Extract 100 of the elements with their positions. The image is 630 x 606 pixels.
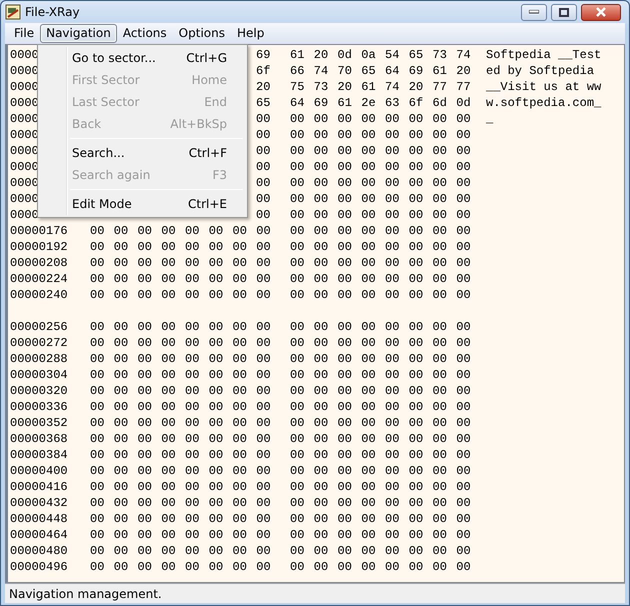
hex-byte: 00 [314, 207, 330, 223]
minimize-button[interactable] [521, 4, 547, 20]
hex-byte: 00 [361, 191, 377, 207]
hex-byte: 00 [385, 383, 400, 399]
hex-byte: 00 [208, 431, 224, 447]
hex-byte: 00 [456, 543, 472, 559]
hex-byte: 00 [208, 543, 224, 559]
menu-item[interactable]: Help [230, 24, 270, 43]
close-button[interactable] [581, 4, 621, 20]
hex-byte: 00 [185, 463, 200, 479]
hex-byte: 00 [161, 447, 177, 463]
hex-byte: 00 [361, 335, 377, 351]
hex-byte: 00 [114, 383, 130, 399]
hex-byte: 64 [290, 95, 306, 111]
menu-item[interactable]: Options [172, 24, 231, 43]
hex-byte: 00 [361, 159, 377, 175]
hex-byte: 00 [290, 111, 306, 127]
hex-byte: 00 [232, 511, 248, 527]
hex-byte: 00 [232, 383, 248, 399]
menu-option[interactable]: Search... Ctrl+F [40, 142, 245, 164]
hex-byte: 00 [138, 495, 153, 511]
hex-byte: 00 [432, 527, 448, 543]
hex-byte: 00 [114, 335, 130, 351]
hex-byte: 00 [338, 191, 353, 207]
hex-byte: 00 [256, 527, 272, 543]
minimize-icon [529, 10, 539, 14]
hex-byte: 00 [456, 223, 472, 239]
hex-byte: 00 [408, 319, 424, 335]
hex-byte: 00 [256, 287, 272, 303]
menu-item[interactable]: File [8, 24, 40, 43]
hex-byte: 00 [256, 431, 272, 447]
hex-byte: 00 [361, 287, 377, 303]
hex-byte: 00 [456, 383, 472, 399]
hex-byte: 00 [385, 255, 400, 271]
hex-byte: 00 [208, 223, 224, 239]
hex-byte: 00 [290, 543, 306, 559]
hex-byte: 00 [185, 543, 200, 559]
hex-byte: 00 [456, 335, 472, 351]
hex-byte: 00 [114, 367, 130, 383]
hex-byte: 00 [161, 399, 177, 415]
hex-byte: 00 [338, 111, 353, 127]
hex-byte: 00 [408, 223, 424, 239]
hex-byte: 00 [456, 159, 472, 175]
hex-byte: 00 [361, 415, 377, 431]
hex-byte: 00 [232, 255, 248, 271]
hex-byte: 00 [408, 191, 424, 207]
hex-byte: 00 [208, 319, 224, 335]
ascii-text: __Visit us at ww [485, 79, 602, 95]
maximize-button[interactable] [551, 4, 577, 20]
hex-byte: 00 [385, 495, 400, 511]
hex-byte: 00 [114, 431, 130, 447]
hex-byte: 64 [385, 63, 400, 79]
ascii-text: w.softpedia.com_ [485, 95, 602, 111]
menu-item[interactable]: Navigation [40, 24, 117, 43]
hex-byte: 00 [385, 559, 400, 575]
menu-option[interactable]: Go to sector... Ctrl+G [40, 47, 245, 69]
hex-byte: 00 [361, 255, 377, 271]
hex-byte: 00 [90, 463, 106, 479]
hex-byte: 00 [114, 351, 130, 367]
hex-byte: 00 [208, 351, 224, 367]
hex-byte: 00 [408, 351, 424, 367]
hex-byte: 00 [432, 495, 448, 511]
hex-byte: 00 [456, 351, 472, 367]
hex-byte: 00 [338, 351, 353, 367]
hex-byte: 00 [114, 479, 130, 495]
hex-byte: 00 [408, 559, 424, 575]
offset-text: 00000416 [10, 480, 68, 494]
offset-text: 00000192 [10, 240, 68, 254]
hex-byte: 00 [432, 383, 448, 399]
hex-byte: 00 [361, 351, 377, 367]
hex-byte: 6f [256, 63, 272, 79]
hex-byte: 00 [314, 367, 330, 383]
hex-byte: 00 [314, 159, 330, 175]
hex-byte: 00 [385, 543, 400, 559]
hex-byte: 00 [432, 255, 448, 271]
hex-byte: 00 [432, 159, 448, 175]
hex-byte: 00 [361, 447, 377, 463]
menu-option[interactable]: Edit Mode Ctrl+E [40, 193, 245, 215]
hex-byte: 00 [314, 463, 330, 479]
hex-byte: 00 [185, 479, 200, 495]
hex-byte: 00 [114, 447, 130, 463]
hex-byte: 00 [161, 383, 177, 399]
hex-byte: 00 [456, 511, 472, 527]
hex-byte: 00 [338, 527, 353, 543]
menu-item[interactable]: Actions [116, 24, 173, 43]
hex-byte: 00 [232, 287, 248, 303]
hex-byte: 00 [314, 319, 330, 335]
hex-byte: 00 [232, 399, 248, 415]
hex-byte: 00 [208, 527, 224, 543]
menu-label: Back [72, 116, 102, 133]
hex-byte: 00 [256, 111, 272, 127]
hex-byte: 00 [290, 527, 306, 543]
hex-byte: 00 [432, 463, 448, 479]
hex-byte: 00 [185, 511, 200, 527]
shortcut-text: End [204, 94, 227, 111]
hex-byte: 00 [385, 399, 400, 415]
hex-byte: 77 [432, 79, 448, 95]
hex-byte: 00 [314, 543, 330, 559]
hex-byte: 00 [338, 447, 353, 463]
hex-byte: 00 [432, 335, 448, 351]
